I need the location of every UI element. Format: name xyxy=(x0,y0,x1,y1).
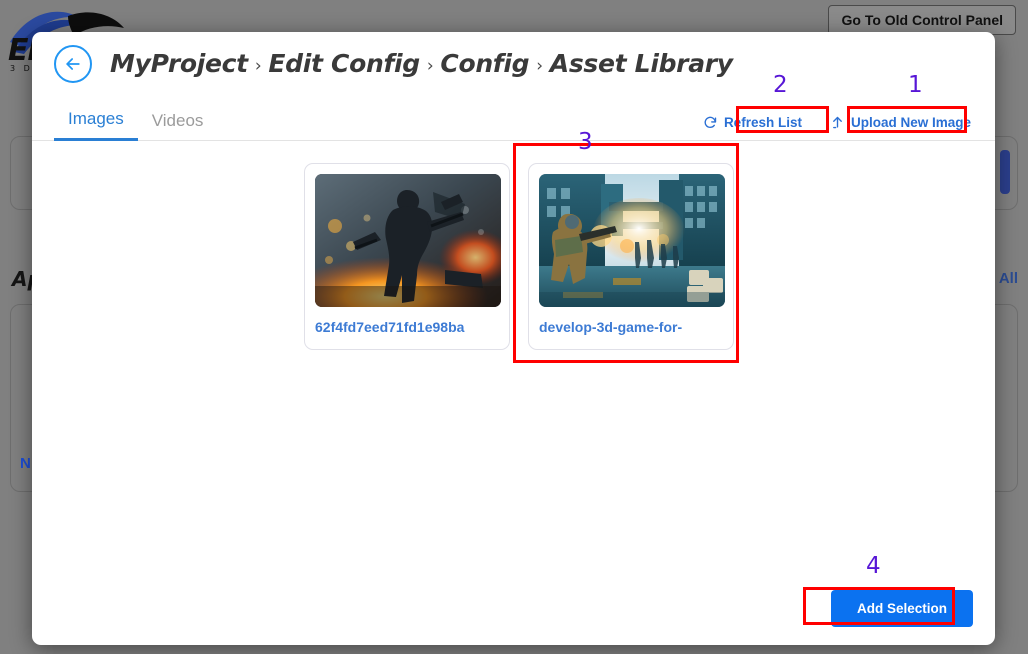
asset-grid-container: 62f4fd7eed71fd1e98ba xyxy=(32,141,995,596)
background-all-link[interactable]: All xyxy=(999,270,1018,287)
breadcrumb-separator: › xyxy=(427,56,434,76)
asset-card-name: develop-3d-game-for- xyxy=(539,319,723,335)
back-button[interactable] xyxy=(54,45,92,83)
asset-card-selected[interactable]: develop-3d-game-for- xyxy=(528,163,734,350)
logo-subtext: 3 D xyxy=(10,64,33,73)
breadcrumb-item-config[interactable]: Config xyxy=(440,49,529,78)
asset-card-grid: 62f4fd7eed71fd1e98ba xyxy=(54,163,973,350)
background-partial-link[interactable]: N xyxy=(20,455,31,472)
breadcrumb-separator: › xyxy=(536,56,543,76)
tab-videos[interactable]: Videos xyxy=(138,111,218,140)
asset-card[interactable]: 62f4fd7eed71fd1e98ba xyxy=(304,163,510,350)
tab-bar: Images Videos Refresh List xyxy=(32,95,995,141)
add-selection-button[interactable]: Add Selection xyxy=(831,590,973,627)
breadcrumb-separator: › xyxy=(255,56,262,76)
soldier-explosion-thumbnail xyxy=(315,174,501,307)
soldier-street-battle-thumbnail xyxy=(539,174,725,307)
modal-header: MyProject › Edit Config › Config › Asset… xyxy=(32,32,995,95)
breadcrumb: MyProject › Edit Config › Config › Asset… xyxy=(110,49,733,78)
asset-card-name: 62f4fd7eed71fd1e98ba xyxy=(315,319,499,335)
refresh-list-label: Refresh List xyxy=(724,115,802,130)
tab-images[interactable]: Images xyxy=(54,109,138,141)
background-blue-tab xyxy=(1000,150,1010,194)
refresh-list-button[interactable]: Refresh List xyxy=(701,113,804,132)
breadcrumb-item-myproject[interactable]: MyProject xyxy=(110,49,248,78)
arrow-left-icon xyxy=(63,54,83,74)
breadcrumb-item-asset-library[interactable]: Asset Library xyxy=(550,49,733,78)
upload-new-image-label: Upload New Image xyxy=(851,115,971,130)
modal-footer: Add Selection xyxy=(831,590,973,627)
asset-library-modal: MyProject › Edit Config › Config › Asset… xyxy=(32,32,995,645)
upload-new-image-button[interactable]: Upload New Image xyxy=(828,113,973,132)
breadcrumb-item-edit-config[interactable]: Edit Config xyxy=(268,49,420,78)
upload-icon xyxy=(830,115,845,130)
tab-actions: Refresh List Upload New Image xyxy=(701,113,973,132)
refresh-icon xyxy=(703,115,718,130)
go-to-old-control-panel-button[interactable]: Go To Old Control Panel xyxy=(828,5,1016,35)
